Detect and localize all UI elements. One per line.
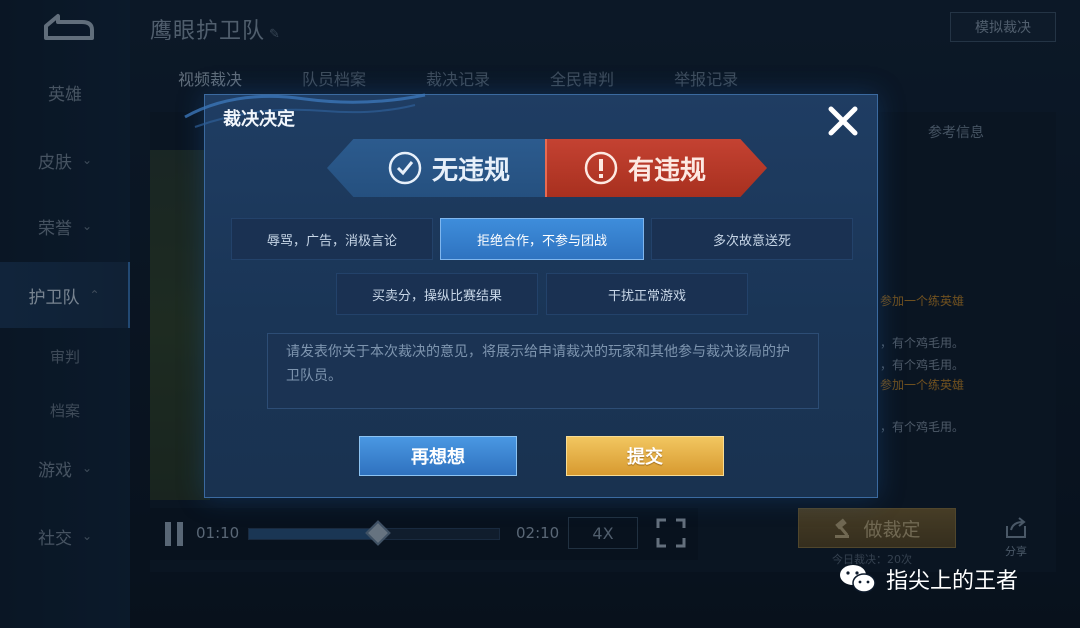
reason-option[interactable]: 干扰正常游戏 [546,273,748,315]
watermark-text: 指尖上的王者 [886,569,1019,594]
no-violation-button[interactable]: 无违规 [327,139,547,197]
dialog-title: 裁决决定 [223,109,295,130]
violation-label: 有违规 [627,155,706,186]
violation-button[interactable]: 有违规 [545,139,767,197]
close-icon[interactable] [823,101,863,141]
check-circle-icon [388,151,422,185]
rethink-button[interactable]: 再想想 [359,436,517,476]
exclamation-circle-icon [584,151,618,185]
reason-option[interactable]: 辱骂，广告，消极言论 [231,218,433,260]
watermark: 指尖上的王者 [838,562,1018,596]
comment-input[interactable]: 请发表你关于本次裁决的意见，将展示给申请裁决的玩家和其他参与裁决该局的护卫队员。 [267,333,819,409]
no-violation-label: 无违规 [431,155,510,186]
judgement-decision-dialog: 裁决决定 无违规 有违规 辱骂，广告，消极言论 拒绝合作，不参与团战 多次故意送… [184,93,878,498]
reason-option[interactable]: 买卖分，操纵比赛结果 [336,273,538,315]
wechat-icon [840,565,876,593]
reason-option-selected[interactable]: 拒绝合作，不参与团战 [440,218,644,260]
submit-button[interactable]: 提交 [566,436,724,476]
title-swirl-decoration [184,93,426,128]
reason-option[interactable]: 多次故意送死 [651,218,853,260]
